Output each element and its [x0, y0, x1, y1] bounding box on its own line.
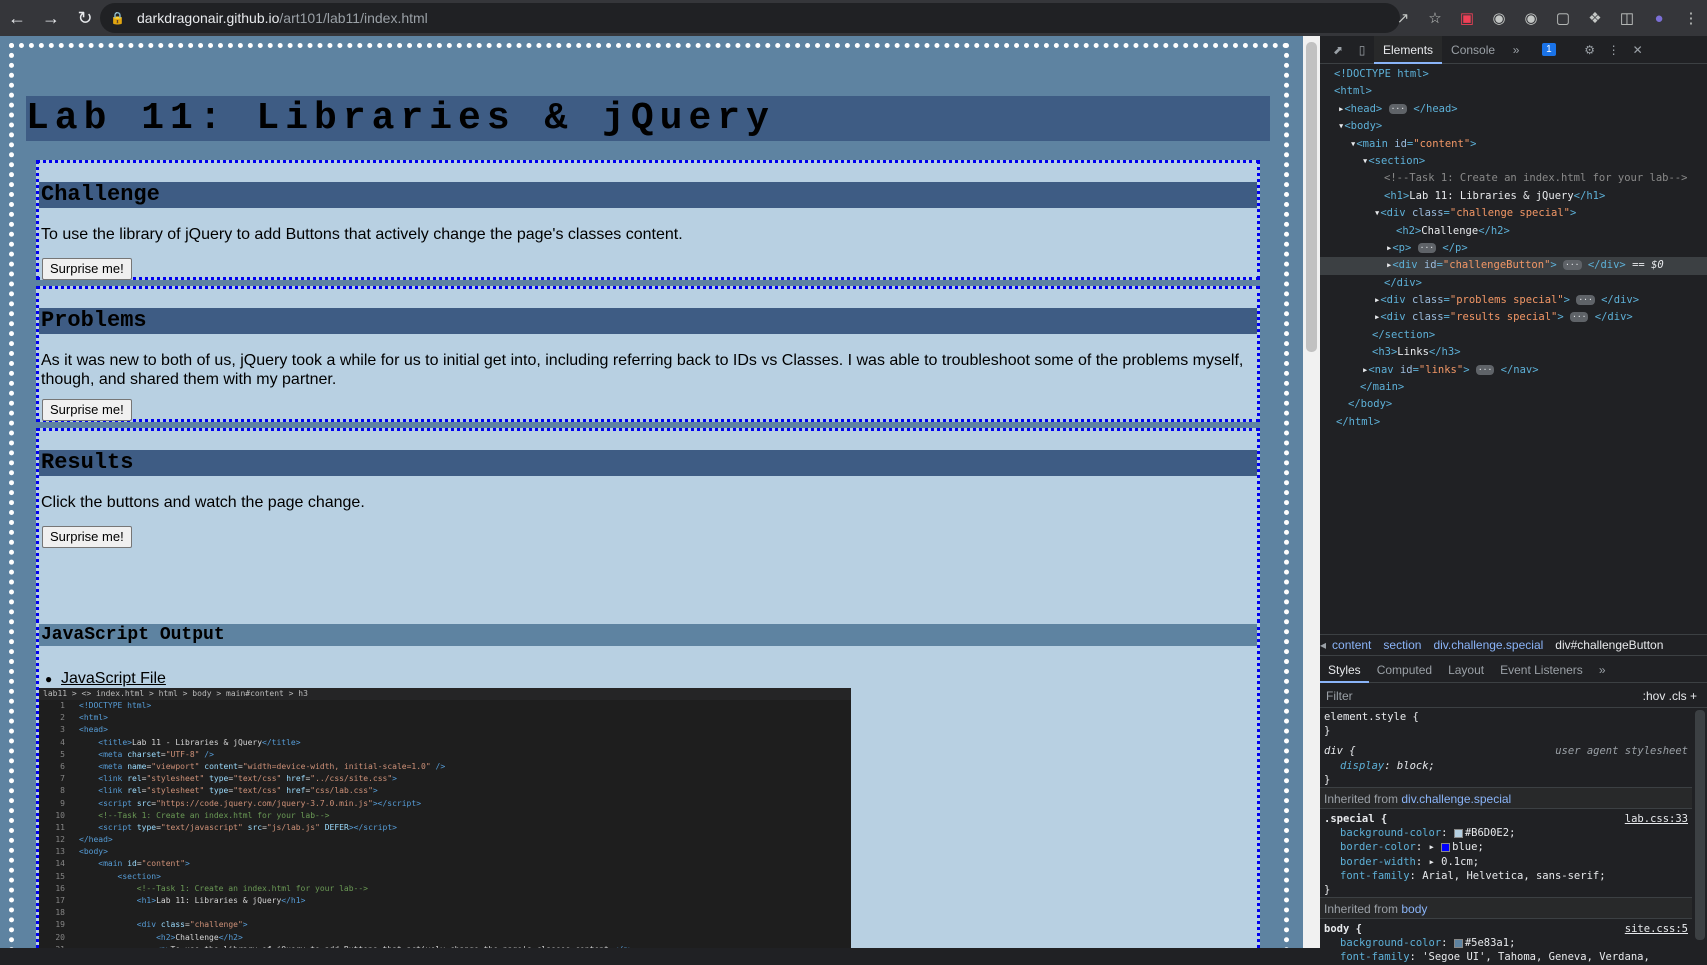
inherited-header: Inherited from body [1320, 897, 1692, 920]
extension-icon[interactable]: ◉ [1483, 9, 1515, 27]
inspect-element-icon[interactable]: ⬈ [1326, 43, 1350, 57]
dom-breadcrumb: ◂ content section div.challenge.special … [1320, 634, 1707, 656]
dom-node[interactable]: ▸<nav id="links"> ··· </nav> [1320, 362, 1707, 379]
code-screenshot: lab11 > <> index.html > html > body > ma… [39, 688, 851, 948]
dom-node[interactable]: <h3>Links</h3> [1320, 344, 1707, 361]
web-page: Lab 11: Libraries & jQuery Challenge To … [0, 36, 1303, 948]
section-heading: Results [39, 450, 1257, 476]
dom-node[interactable]: ▸<p> ··· </p> [1320, 240, 1707, 257]
puzzle-extensions-icon[interactable]: ❖ [1579, 9, 1611, 27]
div-rule[interactable]: div {user agent stylesheet [1320, 744, 1692, 758]
breadcrumb-item[interactable]: div.challenge.special [1433, 638, 1543, 652]
page-scroll-thumb[interactable] [1306, 42, 1317, 352]
tab-console[interactable]: Console [1442, 36, 1504, 64]
breadcrumb-item[interactable]: div#challengeButton [1555, 638, 1663, 652]
dom-node[interactable]: <!--Task 1: Create an index.html for you… [1320, 170, 1707, 187]
dom-node[interactable]: </body> [1320, 396, 1707, 413]
dom-node[interactable]: </html> [1320, 414, 1707, 431]
page-title: Lab 11: Libraries & jQuery [26, 96, 1270, 141]
filter-tools[interactable]: :hov .cls + [1643, 689, 1697, 703]
breadcrumb-item[interactable]: section [1383, 638, 1421, 652]
section-text: As it was new to both of us, jQuery took… [41, 352, 1244, 388]
bullet-icon: ● [45, 672, 53, 686]
surprise-button[interactable]: Surprise me! [42, 399, 132, 421]
url-host: darkdragonair.github.io [136, 10, 280, 26]
dom-node[interactable]: ▾<main id="content"> [1320, 136, 1707, 153]
surprise-button[interactable]: Surprise me! [42, 258, 132, 280]
dom-node[interactable]: ▾<div class="challenge special"> [1320, 205, 1707, 222]
device-toolbar-icon[interactable]: ▯ [1350, 43, 1374, 57]
more-tabs-icon[interactable]: » [1591, 657, 1614, 683]
settings-gear-icon[interactable]: ⚙ [1578, 43, 1602, 57]
more-menu-icon[interactable]: ⋮ [1675, 9, 1707, 27]
close-icon[interactable]: ✕ [1626, 43, 1650, 57]
forward-icon[interactable]: → [34, 0, 68, 36]
styles-pane: element.style { } div {user agent styles… [1320, 710, 1692, 965]
extension-icon[interactable]: ◉ [1515, 9, 1547, 27]
url-path: /art101/lab11/index.html [279, 10, 428, 26]
styles-tabbar: Styles Computed Layout Event Listeners » [1320, 657, 1707, 683]
share-icon[interactable]: ↗ [1387, 9, 1419, 27]
results-section: Results Click the buttons and watch the … [36, 428, 1260, 628]
section-text: To use the library of jQuery to add Butt… [41, 226, 683, 243]
chevron-left-icon[interactable]: ◂ [1320, 638, 1326, 652]
dom-node[interactable]: ▸<div class="results special"> ··· </div… [1320, 309, 1707, 326]
dom-node[interactable]: <html> [1320, 83, 1707, 100]
js-output-heading: JavaScript Output [39, 624, 1257, 646]
special-rule[interactable]: .special {lab.css:33 [1320, 812, 1692, 826]
back-icon[interactable]: ← [0, 0, 34, 36]
dom-node[interactable]: </div> [1320, 275, 1707, 292]
surprise-button[interactable]: Surprise me! [42, 526, 132, 548]
tab-elements[interactable]: Elements [1374, 35, 1443, 64]
reload-icon[interactable]: ↻ [68, 0, 102, 36]
body-rule[interactable]: body {site.css:5 [1320, 922, 1692, 936]
devtools-panel: ⬈ ▯ Elements Console » 1 ⚙ ⋮ ✕ <!DOCTYPE… [1320, 35, 1707, 963]
styles-scrollbar[interactable] [1695, 710, 1705, 940]
dom-node-selected[interactable]: ▸<div id="challengeButton"> ··· </div> =… [1320, 257, 1707, 275]
tab-computed[interactable]: Computed [1369, 657, 1440, 683]
dom-node[interactable]: <h1>Lab 11: Libraries & jQuery</h1> [1320, 188, 1707, 205]
dom-node[interactable]: ▾<section> [1320, 153, 1707, 170]
bookmark-star-icon[interactable]: ☆ [1419, 9, 1451, 27]
more-tabs-icon[interactable]: » [1504, 43, 1528, 57]
styles-filter[interactable]: Filter :hov .cls + [1320, 684, 1707, 708]
issues-badge[interactable]: 1 [1542, 43, 1556, 56]
extension-pocket-icon[interactable]: ▣ [1451, 9, 1483, 27]
breadcrumb-item[interactable]: content [1332, 638, 1371, 652]
dom-node[interactable]: ▾<body> [1320, 118, 1707, 135]
filter-input[interactable]: Filter [1326, 689, 1353, 703]
side-panel-icon[interactable]: ◫ [1611, 9, 1643, 27]
section-text: Click the buttons and watch the page cha… [41, 494, 365, 511]
dom-node[interactable]: ▸<div class="problems special"> ··· </di… [1320, 292, 1707, 309]
profile-avatar[interactable]: ● [1643, 10, 1675, 27]
devtools-tabbar: ⬈ ▯ Elements Console » 1 ⚙ ⋮ ✕ [1320, 35, 1707, 64]
challenge-section: Challenge To use the library of jQuery t… [36, 160, 1260, 280]
dom-node[interactable]: </section> [1320, 327, 1707, 344]
dom-node[interactable]: ▸<head> ··· </head> [1320, 101, 1707, 118]
address-bar[interactable]: 🔒 darkdragonair.github.io/art101/lab11/i… [100, 3, 1400, 33]
dom-tree: <!DOCTYPE html> <html> ▸<head> ··· </hea… [1320, 66, 1707, 626]
dom-node[interactable]: <h2>Challenge</h2> [1320, 223, 1707, 240]
inherited-header: Inherited from div.challenge.special [1320, 786, 1692, 809]
section-heading: Challenge [39, 182, 1257, 208]
tab-layout[interactable]: Layout [1440, 657, 1492, 683]
code-breadcrumb: lab11 > <> index.html > html > body > ma… [39, 688, 851, 700]
more-options-icon[interactable]: ⋮ [1602, 43, 1626, 57]
lock-icon: 🔒 [110, 11, 125, 25]
dom-node[interactable]: </main> [1320, 379, 1707, 396]
tab-styles[interactable]: Styles [1320, 657, 1369, 683]
section-heading: Problems [39, 308, 1257, 334]
browser-toolbar: ← → ↻ 🔒 darkdragonair.github.io/art101/l… [0, 0, 1707, 36]
extension-icon[interactable]: ▢ [1547, 9, 1579, 27]
dom-node[interactable]: <!DOCTYPE html> [1320, 66, 1707, 83]
tab-event-listeners[interactable]: Event Listeners [1492, 657, 1591, 683]
javascript-file-link[interactable]: JavaScript File [61, 670, 166, 688]
element-style-rule[interactable]: element.style { [1320, 710, 1692, 724]
problems-section: Problems As it was new to both of us, jQ… [36, 286, 1260, 422]
